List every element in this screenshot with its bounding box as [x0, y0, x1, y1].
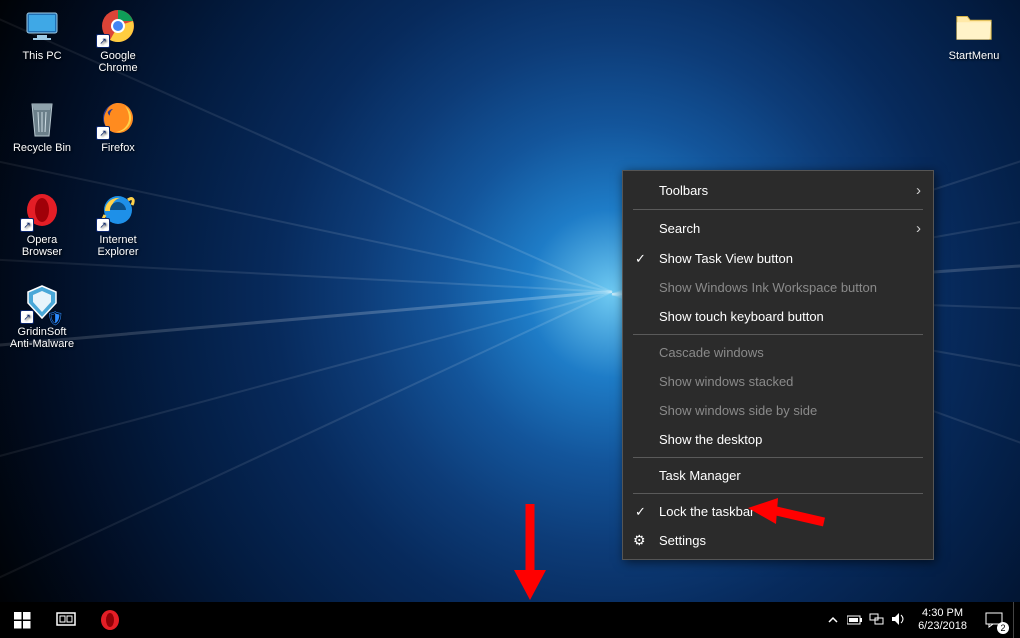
tray-overflow-button[interactable] [822, 613, 844, 628]
menu-search[interactable]: Search › [623, 213, 933, 244]
shortcut-overlay-icon: ↗ [96, 126, 110, 140]
icon-label: Recycle Bin [6, 142, 78, 154]
menu-cascade: Cascade windows [623, 338, 933, 367]
icon-label: Firefox [82, 142, 154, 154]
folder-icon [954, 6, 994, 46]
icon-label: Opera Browser [6, 234, 78, 258]
menu-label: Settings [659, 533, 706, 548]
shortcut-overlay-icon: ↗ [96, 34, 110, 48]
bin-icon [22, 98, 62, 138]
menu-label: Lock the taskbar [659, 504, 754, 519]
recycle-bin-icon[interactable]: Recycle Bin [6, 98, 78, 154]
gridinsoft-icon[interactable]: ↗ 🛡 GridinSoft Anti-Malware [6, 282, 78, 350]
icon-label: Google Chrome [82, 50, 154, 74]
windows-logo-icon [14, 612, 31, 629]
menu-sidebyside: Show windows side by side [623, 396, 933, 425]
firefox-logo-icon: ↗ [98, 98, 138, 138]
menu-label: Show the desktop [659, 432, 762, 447]
opera-icon: ↗ [22, 190, 62, 230]
opera-browser-icon[interactable]: ↗ Opera Browser [6, 190, 78, 258]
menu-separator [633, 493, 923, 494]
menu-toolbars[interactable]: Toolbars › [623, 175, 933, 206]
menu-label: Show Windows Ink Workspace button [659, 280, 877, 295]
menu-label: Show touch keyboard button [659, 309, 824, 324]
icon-label: Internet Explorer [82, 234, 154, 258]
taskbar-right: 4:30 PM 6/23/2018 2 [822, 602, 1020, 638]
speaker-icon [891, 612, 907, 626]
tray-power-icon[interactable] [844, 613, 866, 628]
menu-show-touch[interactable]: Show touch keyboard button [623, 302, 933, 331]
google-chrome-icon[interactable]: ↗ Google Chrome [82, 6, 154, 74]
menu-label: Task Manager [659, 468, 741, 483]
menu-separator [633, 457, 923, 458]
taskbar-app-opera[interactable] [88, 602, 132, 638]
start-button[interactable] [0, 602, 44, 638]
check-icon: ✓ [635, 504, 646, 520]
menu-label: Search [659, 221, 700, 236]
ie-icon: ↗ [98, 190, 138, 230]
submenu-arrow-icon: › [916, 220, 921, 237]
startmenu-folder-icon[interactable]: StartMenu [938, 6, 1010, 62]
menu-show-ink: Show Windows Ink Workspace button [623, 273, 933, 302]
menu-label: Show windows side by side [659, 403, 817, 418]
tray-network-icon[interactable] [866, 612, 888, 629]
tray-clock[interactable]: 4:30 PM 6/23/2018 [910, 607, 975, 633]
opera-icon [99, 609, 121, 631]
chrome-icon: ↗ [98, 6, 138, 46]
antimalware-icon: ↗ 🛡 [22, 282, 62, 322]
icon-label: StartMenu [938, 50, 1010, 62]
icon-label: This PC [6, 50, 78, 62]
check-icon: ✓ [635, 251, 646, 267]
shortcut-overlay-icon: ↗ [20, 310, 34, 324]
menu-lock-taskbar[interactable]: ✓ Lock the taskbar [623, 497, 933, 526]
taskbar-left [0, 602, 132, 638]
show-desktop-button[interactable] [1013, 602, 1020, 638]
menu-show-desktop[interactable]: Show the desktop [623, 425, 933, 454]
battery-icon [847, 615, 863, 625]
this-pc-icon[interactable]: This PC [6, 6, 78, 62]
menu-show-taskview[interactable]: ✓ Show Task View button [623, 244, 933, 273]
uac-shield-icon: 🛡 [46, 312, 64, 324]
submenu-arrow-icon: › [916, 182, 921, 199]
notification-badge: 2 [997, 622, 1009, 634]
desktop[interactable]: This PC ↗ Google Chrome [0, 0, 1020, 638]
menu-label: Toolbars [659, 183, 708, 198]
clock-date: 6/23/2018 [918, 620, 967, 633]
action-center-button[interactable]: 2 [975, 602, 1013, 638]
taskbar-context-menu: Toolbars › Search › ✓ Show Task View but… [622, 170, 934, 560]
menu-task-manager[interactable]: Task Manager [623, 461, 933, 490]
chevron-up-icon [828, 615, 838, 625]
icon-label: GridinSoft Anti-Malware [6, 326, 78, 350]
network-icon [869, 612, 885, 626]
internet-explorer-icon[interactable]: ↗ Internet Explorer [82, 190, 154, 258]
menu-settings[interactable]: ⚙ Settings [623, 526, 933, 555]
shortcut-overlay-icon: ↗ [20, 218, 34, 232]
monitor-icon [22, 6, 62, 46]
shortcut-overlay-icon: ↗ [96, 218, 110, 232]
task-view-icon [56, 612, 76, 628]
menu-label: Show windows stacked [659, 374, 793, 389]
menu-label: Show Task View button [659, 251, 793, 266]
menu-label: Cascade windows [659, 345, 764, 360]
menu-stacked: Show windows stacked [623, 367, 933, 396]
annotation-arrow-down-icon [510, 500, 550, 604]
firefox-icon[interactable]: ↗ Firefox [82, 98, 154, 154]
gear-icon: ⚙ [633, 532, 646, 549]
menu-separator [633, 334, 923, 335]
clock-time: 4:30 PM [918, 607, 967, 620]
menu-separator [633, 209, 923, 210]
tray-volume-icon[interactable] [888, 612, 910, 629]
taskbar[interactable]: 4:30 PM 6/23/2018 2 [0, 602, 1020, 638]
task-view-button[interactable] [44, 602, 88, 638]
